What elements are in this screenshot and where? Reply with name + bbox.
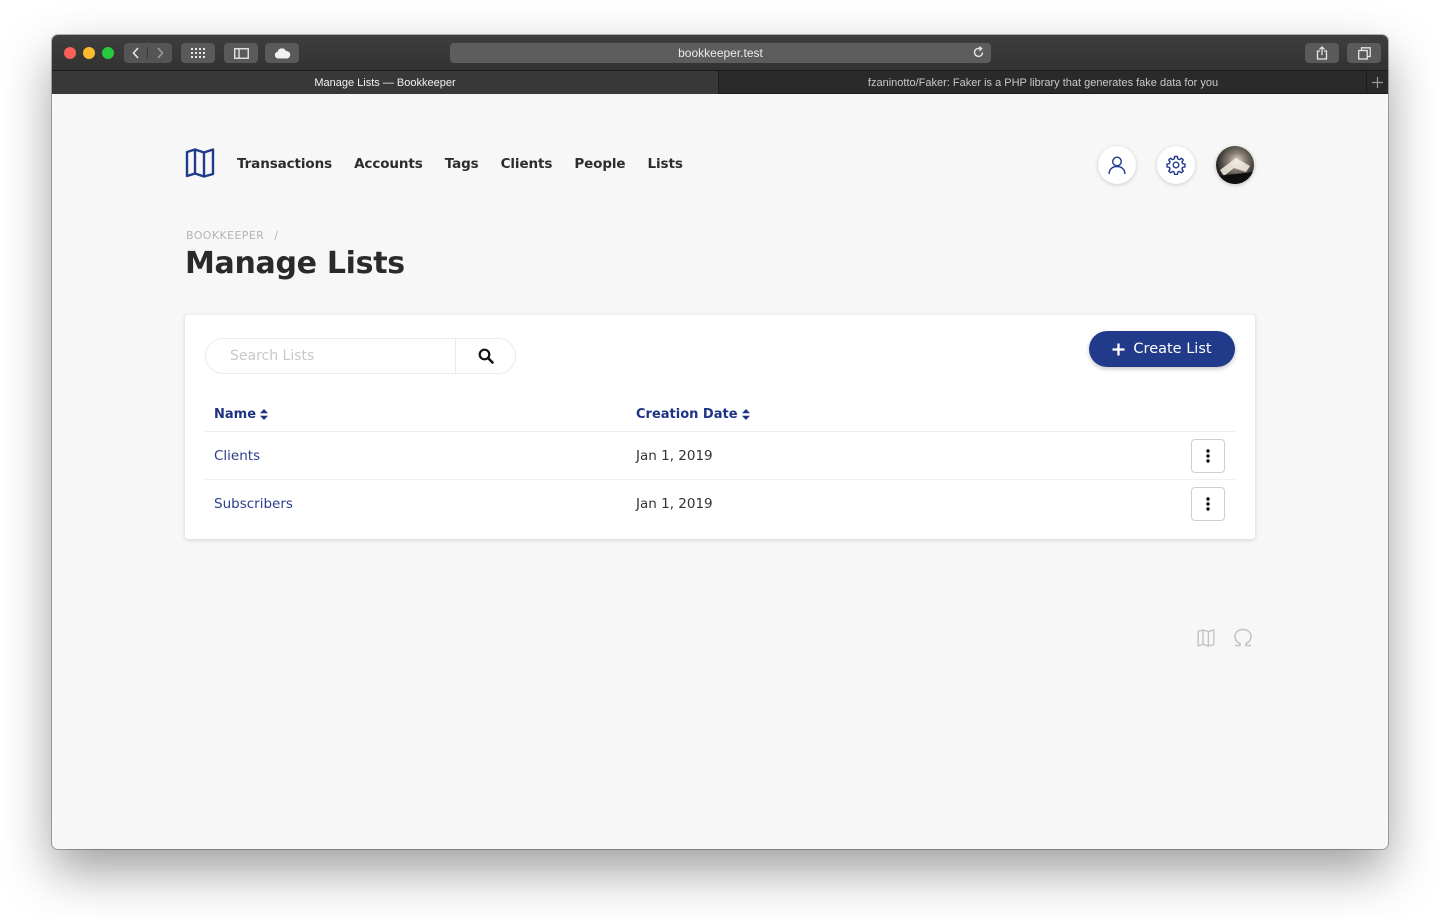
plus-icon: [1372, 77, 1383, 88]
column-header-creation-date[interactable]: Creation Date: [636, 407, 750, 422]
omega-icon[interactable]: [1233, 628, 1253, 647]
list-name-link[interactable]: Subscribers: [214, 496, 293, 512]
profile-button[interactable]: [1098, 146, 1136, 184]
row-actions-button[interactable]: [1191, 487, 1225, 521]
back-forward-group: [124, 43, 172, 63]
sidebar-toggle-button[interactable]: [224, 43, 258, 63]
table-header: Name Creation Date: [205, 396, 1235, 432]
nav-people[interactable]: People: [574, 156, 625, 172]
nav-transactions[interactable]: Transactions: [237, 156, 332, 172]
creation-date: Jan 1, 2019: [636, 448, 713, 464]
create-list-label: Create List: [1133, 341, 1212, 357]
new-tab-button[interactable]: [1366, 71, 1388, 94]
breadcrumb-separator: /: [274, 229, 279, 242]
column-header-label: Name: [214, 407, 257, 422]
table-row: Clients Jan 1, 2019: [205, 433, 1235, 480]
browser-window: bookkeeper.test Manage Lists — Bookkeepe…: [52, 35, 1388, 849]
gear-icon: [1166, 155, 1186, 175]
plus-icon: [1112, 343, 1125, 355]
minimize-window-button[interactable]: [83, 47, 95, 59]
nav-clients[interactable]: Clients: [501, 156, 553, 172]
sort-icon: [260, 409, 269, 420]
reload-icon[interactable]: [972, 46, 985, 59]
creation-date: Jan 1, 2019: [636, 496, 713, 512]
more-vertical-icon: [1206, 449, 1210, 463]
nav-tags[interactable]: Tags: [445, 156, 479, 172]
sort-icon: [741, 409, 750, 420]
tab-title: Manage Lists — Bookkeeper: [314, 76, 456, 89]
nav-accounts[interactable]: Accounts: [354, 156, 423, 172]
browser-tab-bar: Manage Lists — Bookkeeper fzaninotto/Fak…: [52, 70, 1388, 94]
browser-tab[interactable]: fzaninotto/Faker: Faker is a PHP library…: [720, 71, 1366, 94]
url-text: bookkeeper.test: [678, 46, 763, 60]
top-sites-button[interactable]: [181, 43, 215, 63]
forward-icon[interactable]: [148, 47, 172, 59]
sidebar-icon: [233, 47, 249, 59]
create-list-button[interactable]: Create List: [1089, 331, 1235, 367]
footer-icons: [1197, 628, 1253, 647]
nav-lists[interactable]: Lists: [648, 156, 683, 172]
list-name-link[interactable]: Clients: [214, 448, 260, 464]
column-header-label: Creation Date: [636, 407, 738, 422]
browser-titlebar: bookkeeper.test: [52, 35, 1388, 70]
settings-button[interactable]: [1157, 146, 1195, 184]
page-title: Manage Lists: [185, 246, 405, 281]
search-input[interactable]: [206, 339, 456, 373]
more-vertical-icon: [1206, 497, 1210, 511]
breadcrumb: BOOKKEEPER /: [186, 229, 278, 242]
user-icon: [1108, 156, 1126, 175]
search-button[interactable]: [456, 339, 515, 373]
back-icon[interactable]: [124, 47, 148, 59]
tab-title: fzaninotto/Faker: Faker is a PHP library…: [867, 76, 1219, 89]
breadcrumb-root[interactable]: BOOKKEEPER: [186, 229, 264, 242]
search-box: [205, 338, 516, 374]
row-actions-button[interactable]: [1191, 439, 1225, 473]
share-icon: [1316, 46, 1328, 60]
app-page: Transactions Accounts Tags Clients Peopl…: [52, 94, 1388, 849]
share-button[interactable]: [1305, 43, 1339, 63]
grid-icon: [191, 48, 205, 58]
address-bar[interactable]: bookkeeper.test: [450, 43, 991, 63]
main-nav: Transactions Accounts Tags Clients Peopl…: [237, 156, 683, 172]
cloud-icon: [274, 47, 290, 58]
browser-tab-active[interactable]: Manage Lists — Bookkeeper: [52, 71, 719, 94]
maximize-window-button[interactable]: [102, 47, 114, 59]
icloud-tabs-button[interactable]: [265, 43, 299, 63]
avatar[interactable]: [1216, 146, 1254, 184]
table-row: Subscribers Jan 1, 2019: [205, 481, 1235, 528]
search-icon: [478, 348, 494, 364]
column-header-name[interactable]: Name: [214, 407, 269, 422]
tab-overview-button[interactable]: [1347, 43, 1381, 63]
tabs-icon: [1357, 46, 1371, 60]
close-window-button[interactable]: [64, 47, 76, 59]
map-icon[interactable]: [1197, 628, 1215, 647]
map-logo-icon[interactable]: [185, 148, 215, 178]
